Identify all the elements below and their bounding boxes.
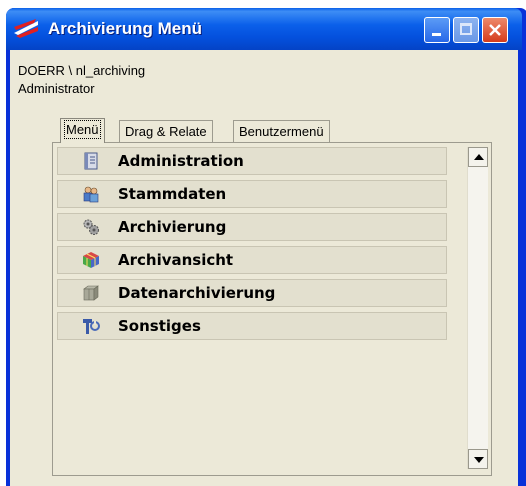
tools-icon	[83, 319, 100, 334]
scroll-down-button[interactable]	[468, 449, 488, 469]
user-account-label: DOERR \ nl_archiving	[18, 63, 146, 78]
maximize-button[interactable]	[453, 17, 479, 43]
arrow-down-icon	[474, 457, 484, 463]
app-window: Archivierung Menü DOERR \ nl_archiving A…	[6, 8, 526, 486]
close-button[interactable]	[482, 17, 508, 43]
title-bar[interactable]: Archivierung Menü	[6, 8, 522, 50]
menu-item-label: Stammdaten	[118, 185, 227, 203]
minimize-icon	[432, 33, 441, 36]
minimize-button[interactable]	[424, 17, 450, 43]
menu-item-administration[interactable]: Administration	[57, 147, 447, 175]
cube-icon	[83, 252, 99, 268]
window-client-area: DOERR \ nl_archiving Administrator Menü …	[10, 50, 518, 486]
menu-item-label: Sonstiges	[118, 317, 201, 335]
maximize-icon	[460, 23, 472, 35]
menu-list: Administration Stammdaten Archivierung A…	[57, 147, 447, 345]
gears-icon	[83, 219, 99, 235]
close-icon	[489, 24, 501, 36]
users-icon	[83, 186, 99, 203]
tab-panel: Administration Stammdaten Archivierung A…	[52, 142, 492, 476]
menu-item-sonstiges[interactable]: Sonstiges	[57, 312, 447, 340]
menu-item-datenarchivierung[interactable]: Datenarchivierung	[57, 279, 447, 307]
tab-drag-relate[interactable]: Drag & Relate	[119, 120, 213, 142]
menu-item-label: Archivansicht	[118, 251, 234, 269]
user-role-label: Administrator	[18, 81, 95, 96]
menu-item-label: Archivierung	[118, 218, 227, 236]
box-icon	[83, 285, 99, 301]
vertical-scrollbar[interactable]	[467, 147, 488, 469]
menu-item-label: Administration	[118, 152, 244, 170]
tab-menu[interactable]: Menü	[60, 118, 105, 143]
scroll-up-button[interactable]	[468, 147, 488, 167]
menu-item-label: Datenarchivierung	[118, 284, 276, 302]
arrow-up-icon	[474, 154, 484, 160]
tab-benutzermenue[interactable]: Benutzermenü	[233, 120, 330, 142]
menu-item-archivansicht[interactable]: Archivansicht	[57, 246, 447, 274]
app-logo-icon	[14, 19, 38, 38]
menu-item-archivierung[interactable]: Archivierung	[57, 213, 447, 241]
window-title: Archivierung Menü	[48, 19, 202, 38]
document-icon	[84, 152, 98, 170]
menu-item-stammdaten[interactable]: Stammdaten	[57, 180, 447, 208]
